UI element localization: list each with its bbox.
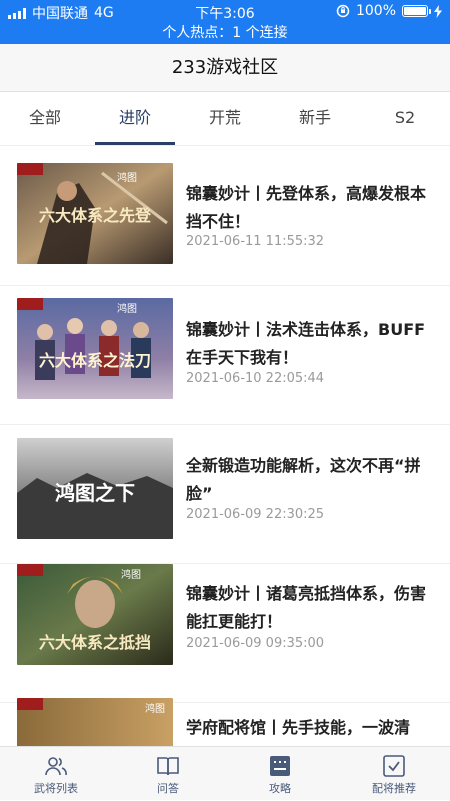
thumb-caption: 鸿图之下 bbox=[55, 481, 135, 505]
article-title: 锦囊妙计丨诸葛亮抵挡体系，伤害能扛更能打！ bbox=[186, 584, 427, 631]
tab-s2[interactable]: S2 bbox=[365, 92, 445, 146]
list-item[interactable]: 鸿图 六大体系之先登 锦囊妙计丨先登体系，高爆发根本挡不住！ 2021-06-1… bbox=[0, 147, 450, 286]
article-thumbnail: 鸿图之下 bbox=[17, 438, 173, 539]
bottom-tab-label: 配将推荐 bbox=[372, 782, 416, 795]
bottom-tab-label: 攻略 bbox=[269, 782, 291, 795]
active-tab-indicator bbox=[95, 142, 175, 145]
tab-pioneer[interactable]: 开荒 bbox=[185, 92, 265, 146]
bottom-tab-recommend[interactable]: 配将推荐 bbox=[344, 747, 444, 801]
article-title: 锦囊妙计丨先登体系，高爆发根本挡不住！ bbox=[186, 184, 427, 231]
battery-icon bbox=[402, 5, 431, 17]
list-item[interactable]: 鸿图 六大体系之法刀 锦囊妙计丨法术连击体系，BUFF在手天下我有！ 2021-… bbox=[0, 286, 450, 425]
article-thumbnail: 鸿图 六大体系之先登 bbox=[17, 163, 173, 264]
article-thumbnail: 鸿图 bbox=[17, 698, 173, 747]
page-title: 233游戏社区 bbox=[171, 57, 279, 78]
tab-label: 全部 bbox=[28, 108, 61, 127]
bottom-tab-generals[interactable]: 武将列表 bbox=[6, 747, 106, 801]
svg-text:鸿图: 鸿图 bbox=[117, 302, 137, 315]
article-date: 2021-06-09 22:30:25 bbox=[186, 507, 325, 522]
tab-advanced[interactable]: 进阶 bbox=[95, 92, 175, 146]
article-title: 学府配将馆丨先手技能，一波清 bbox=[186, 718, 411, 737]
tab-beginner[interactable]: 新手 bbox=[275, 92, 355, 146]
category-tabs: 全部 进阶 开荒 新手 S2 bbox=[0, 92, 450, 146]
guide-icon bbox=[270, 756, 290, 776]
status-bar: 中国联通 4G 下午3:06 100% 个人热点：1 个连接 bbox=[0, 0, 450, 44]
battery-percent: 100% bbox=[355, 3, 396, 19]
bottom-tab-label: 武将列表 bbox=[34, 782, 78, 795]
tab-label: 新手 bbox=[298, 108, 331, 127]
list-item[interactable]: 鸿图 学府配将馆丨先手技能，一波清 bbox=[0, 692, 450, 747]
bottom-tab-label: 问答 bbox=[157, 782, 179, 795]
article-thumbnail: 鸿图 六大体系之抵挡 bbox=[17, 564, 173, 665]
list-item[interactable]: 鸿图之下 全新锻造功能解析，这次不再“拼脸” 2021-06-09 22:30:… bbox=[0, 425, 450, 564]
bottom-tab-qa[interactable]: 问答 bbox=[118, 747, 218, 801]
bottom-tab-guide[interactable]: 攻略 bbox=[230, 747, 330, 801]
svg-text:鸿图: 鸿图 bbox=[145, 702, 165, 715]
tab-all[interactable]: 全部 bbox=[5, 92, 85, 146]
article-list: 鸿图 六大体系之先登 锦囊妙计丨先登体系，高爆发根本挡不住！ 2021-06-1… bbox=[0, 147, 450, 747]
users-icon bbox=[45, 757, 67, 776]
charging-icon bbox=[434, 4, 442, 18]
bottom-tab-bar: 武将列表 问答 攻略 配将推荐 bbox=[0, 746, 450, 800]
article-date: 2021-06-11 11:55:32 bbox=[186, 234, 325, 249]
tab-label: S2 bbox=[394, 108, 416, 127]
thumb-caption: 六大体系之抵挡 bbox=[39, 633, 151, 652]
article-title: 全新锻造功能解析，这次不再“拼脸” bbox=[186, 456, 421, 503]
tab-label: 进阶 bbox=[118, 108, 151, 127]
tab-label: 开荒 bbox=[208, 108, 241, 127]
orientation-lock-icon bbox=[336, 4, 350, 18]
book-icon bbox=[157, 757, 179, 776]
hotspot-banner[interactable]: 个人热点：1 个连接 bbox=[0, 22, 450, 42]
article-date: 2021-06-10 22:05:44 bbox=[186, 371, 325, 386]
checkbox-icon bbox=[383, 755, 405, 777]
article-date: 2021-06-09 09:35:00 bbox=[186, 636, 325, 651]
svg-text:鸿图: 鸿图 bbox=[121, 568, 141, 581]
thumb-caption: 六大体系之先登 bbox=[39, 206, 152, 225]
thumb-caption: 六大体系之法刀 bbox=[39, 351, 151, 370]
status-right: 100% bbox=[336, 3, 442, 19]
list-item[interactable]: 鸿图 六大体系之抵挡 锦囊妙计丨诸葛亮抵挡体系，伤害能扛更能打！ 2021-06… bbox=[0, 564, 450, 703]
article-thumbnail: 鸿图 六大体系之法刀 bbox=[17, 298, 173, 399]
nav-bar: 233游戏社区 bbox=[0, 44, 450, 92]
svg-text:鸿图: 鸿图 bbox=[117, 171, 137, 184]
article-title: 锦囊妙计丨法术连击体系，BUFF在手天下我有！ bbox=[186, 320, 426, 367]
